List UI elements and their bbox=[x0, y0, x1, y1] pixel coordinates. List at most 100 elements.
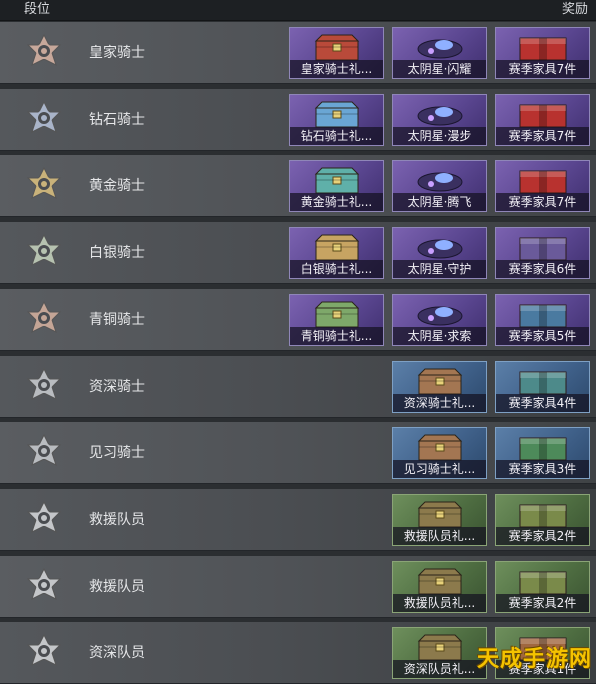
reward-label: 赛季家具2件 bbox=[496, 593, 589, 612]
reward-item[interactable]: 赛季家具2件 bbox=[495, 560, 590, 613]
reward-item[interactable]: 太阴星·求索 bbox=[392, 293, 487, 346]
reward-label: 赛季家具7件 bbox=[496, 193, 589, 212]
reward-label: 资深骑士礼... bbox=[393, 393, 486, 412]
gift-chest-icon bbox=[314, 234, 360, 261]
gift-chest-icon bbox=[417, 501, 463, 528]
reward-label: 黄金骑士礼... bbox=[290, 193, 383, 212]
reward-item[interactable]: 太阴星·闪耀 bbox=[392, 27, 487, 79]
reward-item[interactable]: 赛季家具6件 bbox=[495, 227, 590, 280]
gift-chest-icon bbox=[314, 167, 360, 194]
rank-row[interactable]: 白银骑士 白银骑士礼... 太阴星·守护 赛季家具6件 bbox=[0, 222, 596, 285]
reward-item[interactable]: 白银骑士礼... bbox=[289, 227, 384, 280]
rank-badge-icon bbox=[26, 233, 62, 267]
furniture-crate-icon bbox=[519, 504, 567, 528]
reward-item[interactable]: 救援队员礼... bbox=[392, 560, 487, 613]
reward-item[interactable]: 见习骑士礼... bbox=[392, 427, 487, 480]
reward-label: 赛季家具3件 bbox=[496, 460, 589, 479]
reward-label: 太阴星·求索 bbox=[393, 326, 486, 345]
rank-row[interactable]: 黄金骑士 黄金骑士礼... 太阴星·腾飞 赛季家具7件 bbox=[0, 155, 596, 218]
rank-row[interactable]: 皇家骑士 皇家骑士礼... 太阴星·闪耀 赛季家具7件 bbox=[0, 22, 596, 84]
reward-item[interactable]: 赛季家具7件 bbox=[495, 160, 590, 213]
rank-name: 黄金骑士 bbox=[89, 178, 145, 195]
rank-row[interactable]: 资深骑士 资深骑士礼... 赛季家具4件 bbox=[0, 355, 596, 418]
site-watermark: 天成手游网 bbox=[476, 647, 592, 672]
rank-badge-icon bbox=[26, 100, 62, 133]
rank-name: 皇家骑士 bbox=[89, 45, 145, 61]
reward-item[interactable]: 资深队员礼... bbox=[392, 627, 487, 680]
reward-item[interactable]: 太阴星·腾飞 bbox=[392, 160, 487, 213]
furniture-crate-icon bbox=[519, 237, 567, 261]
gift-chest-icon bbox=[417, 368, 463, 394]
furniture-crate-icon bbox=[519, 571, 567, 595]
reward-label: 赛季家具7件 bbox=[496, 126, 589, 145]
rank-badge-icon bbox=[26, 434, 62, 467]
reward-item[interactable]: 太阴星·漫步 bbox=[392, 93, 487, 146]
furniture-crate-icon bbox=[519, 170, 567, 194]
reward-label: 皇家骑士礼... bbox=[290, 60, 383, 78]
reward-item[interactable]: 赛季家具7件 bbox=[495, 93, 590, 146]
reward-group: 资深骑士礼... 赛季家具4件 bbox=[392, 360, 590, 413]
reward-group: 黄金骑士礼... 太阴星·腾飞 赛季家具7件 bbox=[289, 160, 590, 213]
reward-item[interactable]: 赛季家具3件 bbox=[495, 427, 590, 480]
reward-item[interactable]: 太阴星·守护 bbox=[392, 227, 487, 280]
furniture-crate-icon bbox=[519, 371, 567, 394]
rank-row[interactable]: 救援队员 救援队员礼... 赛季家具2件 bbox=[0, 488, 596, 551]
reward-item[interactable]: 钻石骑士礼... bbox=[289, 93, 384, 146]
reward-label: 赛季家具2件 bbox=[496, 526, 589, 545]
reward-item[interactable]: 赛季家具5件 bbox=[495, 293, 590, 346]
reward-label: 太阴星·腾飞 bbox=[393, 193, 486, 212]
gift-chest-icon bbox=[314, 101, 360, 128]
drone-skin-icon bbox=[417, 306, 463, 326]
rank-badge-icon bbox=[26, 367, 62, 400]
gift-chest-icon bbox=[417, 634, 463, 661]
reward-group: 救援队员礼... 赛季家具2件 bbox=[392, 493, 590, 546]
reward-label: 赛季家具5件 bbox=[496, 326, 589, 345]
reward-item[interactable]: 青铜骑士礼... bbox=[289, 293, 384, 346]
reward-label: 钻石骑士礼... bbox=[290, 126, 383, 145]
reward-label: 救援队员礼... bbox=[393, 593, 486, 612]
rank-row[interactable]: 青铜骑士 青铜骑士礼... 太阴星·求索 赛季家具5件 bbox=[0, 288, 596, 351]
furniture-crate-icon bbox=[519, 37, 567, 61]
rank-name: 救援队员 bbox=[89, 511, 145, 528]
rank-badge-icon bbox=[26, 167, 62, 200]
rank-badge-icon bbox=[26, 300, 62, 333]
reward-label: 赛季家具6件 bbox=[496, 260, 589, 279]
reward-group: 钻石骑士礼... 太阴星·漫步 赛季家具7件 bbox=[289, 93, 590, 146]
reward-item[interactable]: 救援队员礼... bbox=[392, 493, 487, 546]
rank-name: 白银骑士 bbox=[89, 245, 145, 262]
furniture-crate-icon bbox=[519, 437, 567, 461]
reward-group: 白银骑士礼... 太阴星·守护 赛季家具6件 bbox=[289, 227, 590, 280]
rank-name: 青铜骑士 bbox=[89, 311, 145, 328]
rank-row[interactable]: 救援队员救援队员礼... 赛季家具2件 bbox=[0, 555, 596, 618]
reward-item[interactable]: 黄金骑士礼... bbox=[289, 160, 384, 213]
drone-skin-icon bbox=[417, 106, 463, 126]
rank-name: 钻石骑士 bbox=[89, 111, 145, 128]
reward-label: 见习骑士礼... bbox=[393, 460, 486, 479]
rank-row[interactable]: 见习骑士 见习骑士礼... 赛季家具3件 bbox=[0, 422, 596, 485]
rank-name: 救援队员 bbox=[89, 578, 145, 595]
reward-label: 资深队员礼... bbox=[393, 660, 486, 679]
reward-item[interactable]: 赛季家具4件 bbox=[495, 360, 590, 413]
reward-item[interactable]: 赛季家具7件 bbox=[495, 27, 590, 79]
rank-badge-icon bbox=[26, 500, 62, 533]
drone-skin-icon bbox=[417, 172, 463, 192]
reward-group: 青铜骑士礼... 太阴星·求索 赛季家具5件 bbox=[289, 293, 590, 346]
table-header: 段位 奖励 bbox=[0, 0, 596, 21]
reward-group: 皇家骑士礼... 太阴星·闪耀 赛季家具7件 bbox=[289, 27, 590, 79]
gift-chest-icon bbox=[314, 301, 360, 328]
reward-label: 太阴星·守护 bbox=[393, 260, 486, 279]
reward-label: 太阴星·闪耀 bbox=[393, 60, 486, 78]
rank-name: 资深骑士 bbox=[89, 378, 145, 395]
reward-label: 赛季家具4件 bbox=[496, 393, 589, 412]
reward-item[interactable]: 赛季家具2件 bbox=[495, 493, 590, 546]
gift-chest-icon bbox=[417, 434, 463, 461]
drone-skin-icon bbox=[417, 39, 463, 59]
rank-badge-icon bbox=[26, 634, 62, 667]
rank-column-header: 段位 bbox=[24, 2, 51, 17]
rank-badge-icon bbox=[26, 567, 62, 600]
reward-item[interactable]: 皇家骑士礼... bbox=[289, 27, 384, 79]
rank-row[interactable]: 钻石骑士 钻石骑士礼... 太阴星·漫步 赛季家具7件 bbox=[0, 88, 596, 151]
gift-chest-icon bbox=[417, 568, 463, 595]
reward-column-header: 奖励 bbox=[561, 2, 588, 17]
reward-item[interactable]: 资深骑士礼... bbox=[392, 360, 487, 413]
